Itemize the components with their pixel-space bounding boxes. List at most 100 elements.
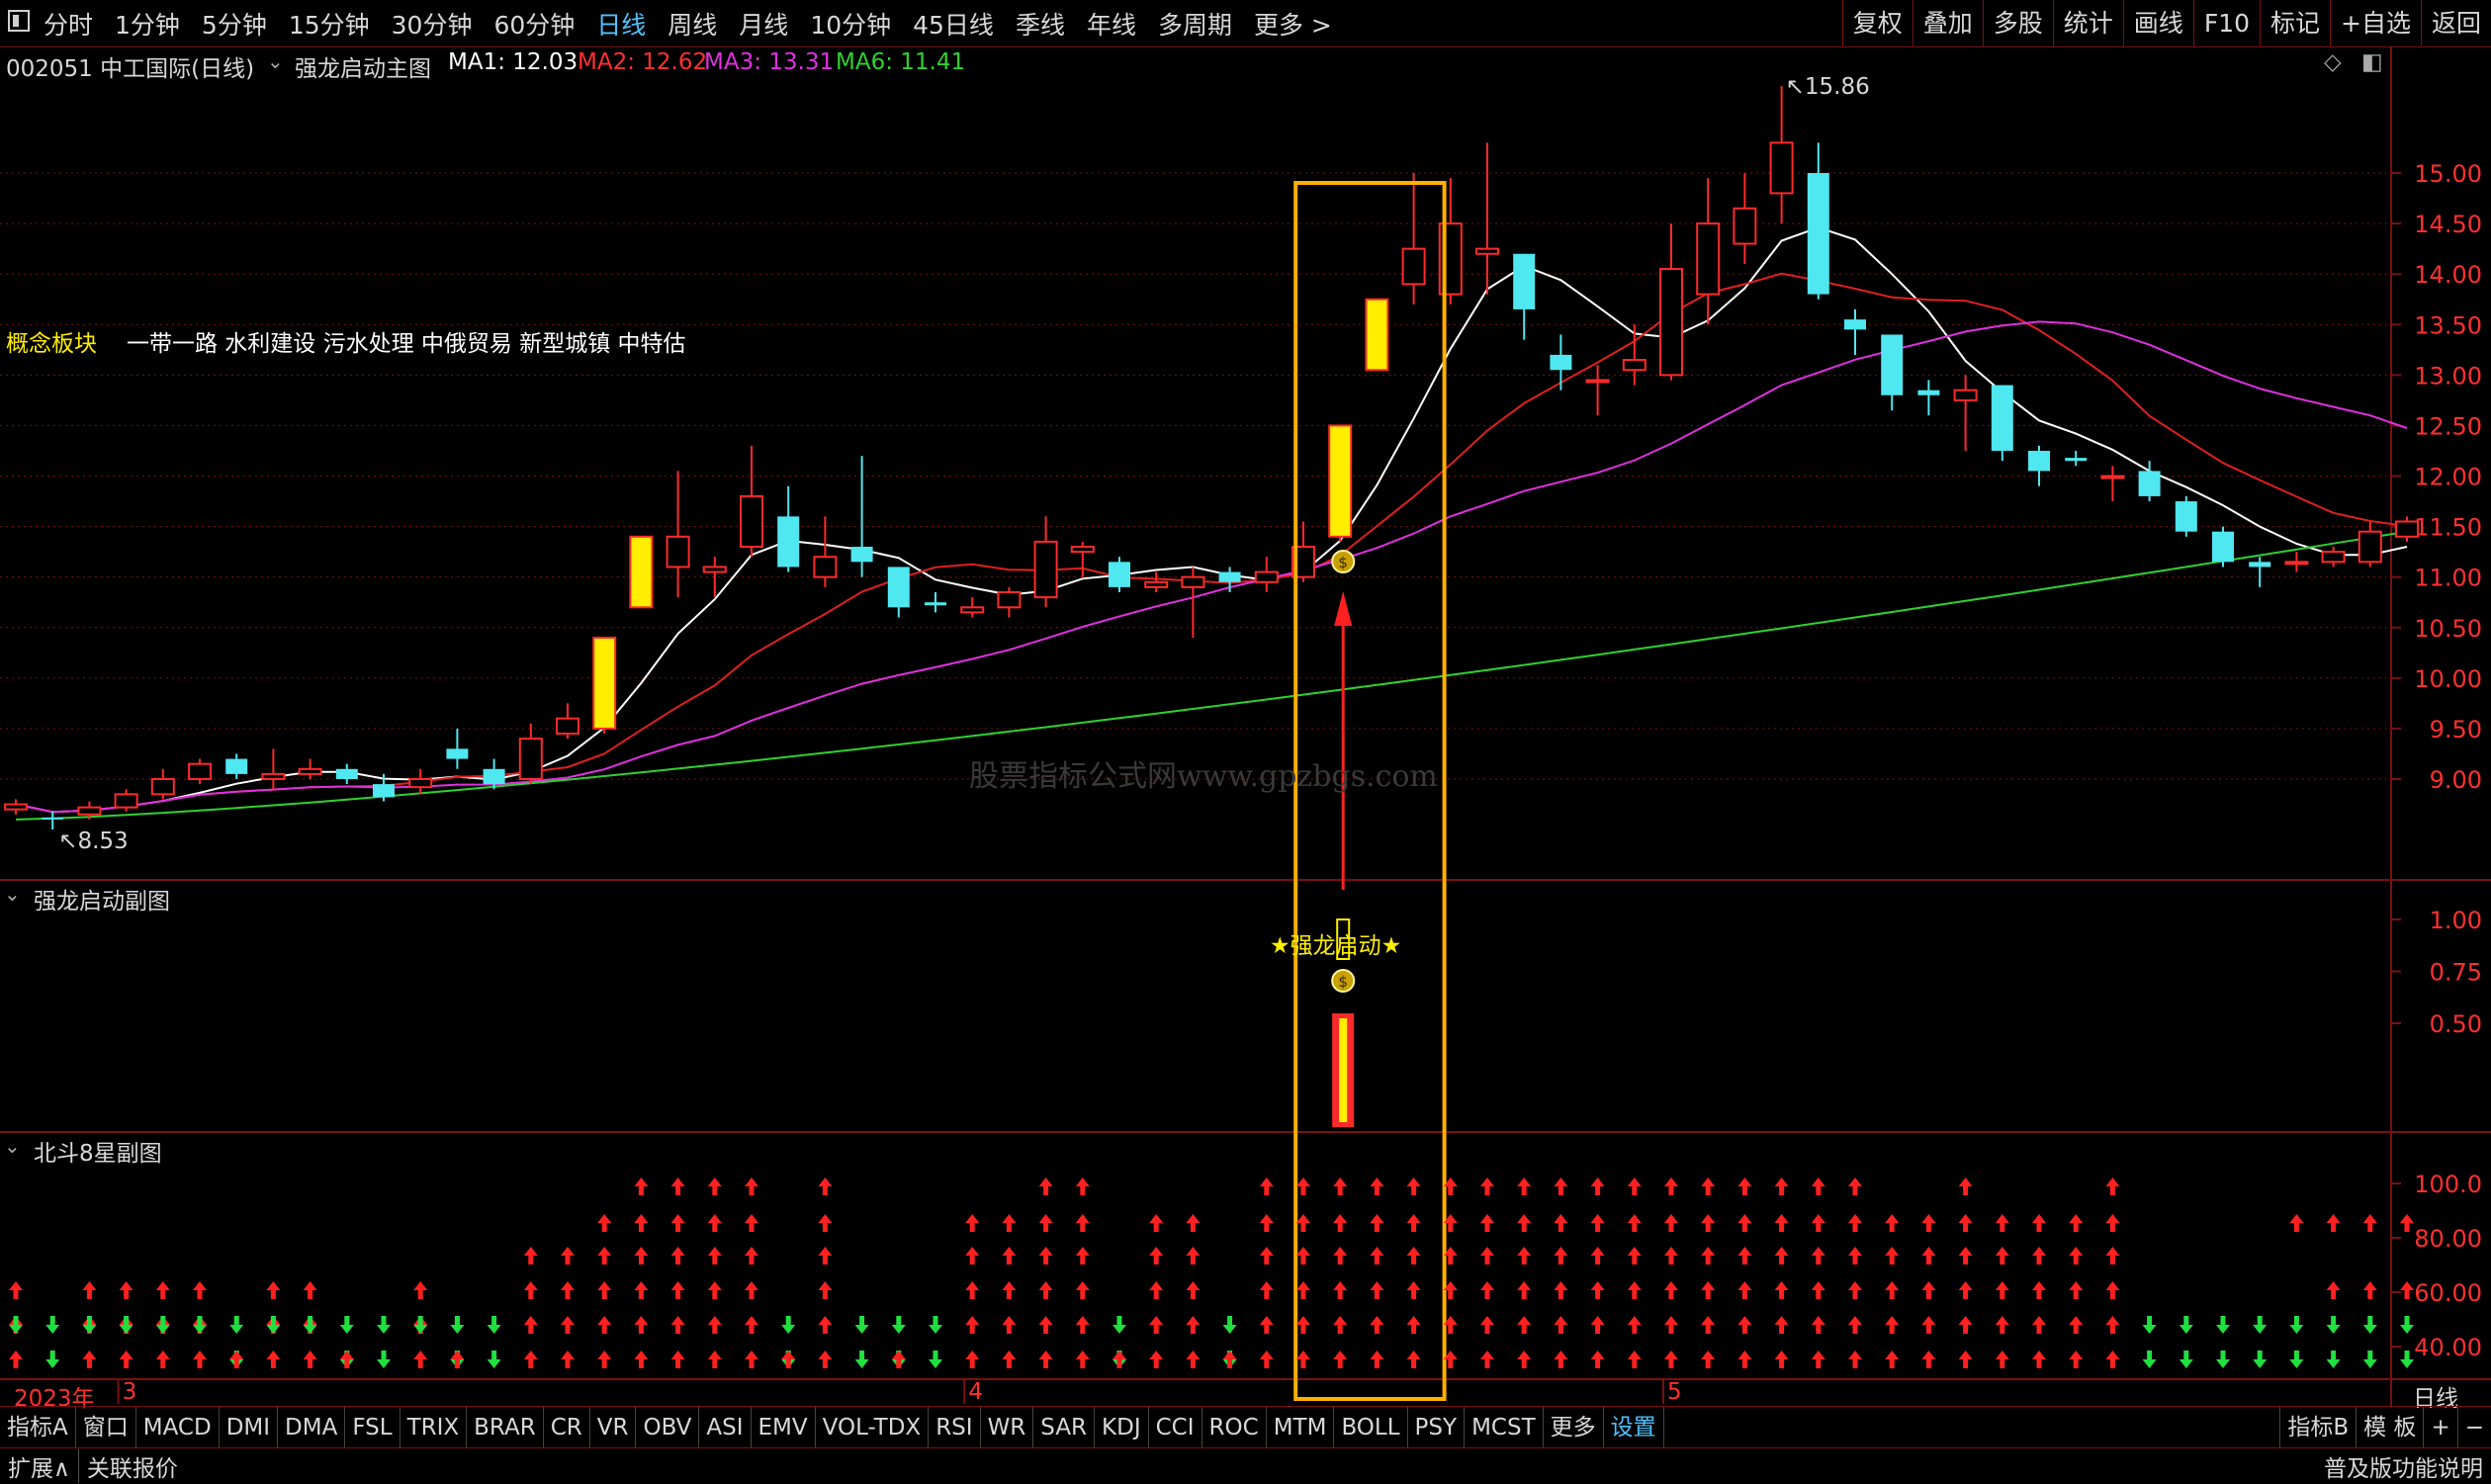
tool-button-1[interactable]: 叠加 [1912, 0, 1983, 47]
up-arrow-icon [1701, 1281, 1716, 1299]
chart-area[interactable]: 15.00 14.50 14.00 13.50 13.00 12.50 12.00 11.50… [0, 47, 2491, 1406]
edition-info[interactable]: 普及版功能说明 [2316, 1449, 2491, 1483]
period-tab-7[interactable]: 周线 [667, 6, 717, 42]
up-arrow-icon [634, 1281, 649, 1299]
up-arrow-icon [1554, 1178, 1568, 1195]
indicator-tab-23[interactable]: MCST [1465, 1406, 1544, 1448]
diamond-icon[interactable]: ◇ [2324, 49, 2342, 75]
indicator-tab-21[interactable]: BOLL [1334, 1406, 1408, 1448]
up-arrow-icon [1701, 1316, 1716, 1334]
up-arrow-icon [1038, 1247, 1053, 1265]
chevron-down-icon[interactable]: ⌄ [267, 49, 284, 73]
indicator-tab-19[interactable]: ROC [1202, 1406, 1267, 1448]
indicator-tab-11[interactable]: ASI [699, 1406, 752, 1448]
period-tab-0[interactable]: 分时 [44, 6, 93, 42]
period-tab-5[interactable]: 60分钟 [493, 6, 575, 42]
indicator-tab-25[interactable]: 设置 [1604, 1406, 1664, 1448]
indicator-tab-0[interactable]: 指标A [0, 1406, 76, 1448]
candle-up [1585, 379, 1610, 384]
up-arrow-icon [1774, 1281, 1789, 1299]
up-arrow-icon [1885, 1316, 1900, 1334]
up-arrow-icon [1075, 1178, 1090, 1195]
tool-button-4[interactable]: 画线 [2122, 0, 2193, 47]
month-label: 4 [968, 1379, 983, 1405]
period-tab-14[interactable]: 更多 > [1254, 6, 1332, 42]
indicator-tab-12[interactable]: EMV [752, 1406, 816, 1448]
up-arrow-icon [1002, 1316, 1017, 1334]
tool-button-6[interactable]: 标记 [2260, 0, 2330, 47]
up-arrow-icon [818, 1281, 833, 1299]
indicator-tab-5[interactable]: FSL [345, 1406, 400, 1448]
indicator-tab-6[interactable]: TRIX [400, 1406, 468, 1448]
tool-button-2[interactable]: 多股 [1982, 0, 2053, 47]
period-tab-9[interactable]: 10分钟 [810, 6, 891, 42]
tool-button-0[interactable]: 复权 [1841, 0, 1913, 47]
period-tab-1[interactable]: 1分钟 [115, 6, 180, 42]
ma3-value: MA3: 13.31 [704, 49, 835, 75]
template-button[interactable]: 模 板 [2357, 1406, 2425, 1448]
indicator-tab-22[interactable]: PSY [1408, 1406, 1466, 1448]
period-tab-3[interactable]: 15分钟 [289, 6, 370, 42]
up-arrow-icon [818, 1351, 833, 1368]
indicator-tab-13[interactable]: VOL-TDX [816, 1406, 930, 1448]
up-arrow-icon [670, 1351, 685, 1368]
up-arrow-icon [1774, 1178, 1789, 1195]
up-arrow-icon [1296, 1178, 1310, 1195]
window-menu-icon[interactable] [8, 10, 30, 32]
indicator-tab-18[interactable]: CCI [1149, 1406, 1202, 1448]
period-tab-4[interactable]: 30分钟 [392, 6, 473, 42]
up-arrow-icon [1186, 1247, 1201, 1265]
plus-icon[interactable]: + [2424, 1406, 2458, 1448]
tool-button-5[interactable]: F10 [2192, 0, 2260, 47]
period-tab-2[interactable]: 5分钟 [202, 6, 267, 42]
indicator-tab-8[interactable]: CR [544, 1406, 590, 1448]
chevron-down-icon[interactable]: ⌄ [4, 882, 21, 906]
indicator-tab-4[interactable]: DMA [278, 1406, 346, 1448]
tool-button-7[interactable]: +自选 [2330, 0, 2421, 47]
chevron-down-icon[interactable]: ⌄ [4, 1134, 21, 1158]
period-tab-12[interactable]: 年线 [1087, 6, 1136, 42]
sub2-title[interactable]: 北斗8星副图 [34, 1134, 162, 1168]
indicator-tab-9[interactable]: VR [590, 1406, 637, 1448]
period-tab-11[interactable]: 季线 [1016, 6, 1065, 42]
up-arrow-icon [1480, 1316, 1494, 1334]
indicator-tab-17[interactable]: KDJ [1095, 1406, 1149, 1448]
indicator-tab-16[interactable]: SAR [1033, 1406, 1096, 1448]
indicator-b-button[interactable]: 指标B [2279, 1406, 2358, 1448]
indicator-tab-3[interactable]: DMI [220, 1406, 279, 1448]
indicator-tab-15[interactable]: WR [981, 1406, 1034, 1448]
indicator-tab-14[interactable]: RSI [929, 1406, 981, 1448]
tool-button-8[interactable]: 返回 [2420, 0, 2491, 47]
related-quotes-button[interactable]: 关联报价 [77, 1449, 186, 1483]
indicator-tab-24[interactable]: 更多 [1544, 1406, 1604, 1448]
indicator-tab-10[interactable]: OBV [636, 1406, 700, 1448]
expand-button[interactable]: 扩展∧ [0, 1449, 78, 1483]
period-tab-10[interactable]: 45日线 [913, 6, 994, 42]
tool-button-3[interactable]: 统计 [2052, 0, 2123, 47]
period-tab-8[interactable]: 月线 [739, 6, 788, 42]
indicator-tab-20[interactable]: MTM [1267, 1406, 1335, 1448]
indicator-tab-1[interactable]: 窗口 [76, 1406, 136, 1448]
period-tab-6[interactable]: 日线 [596, 6, 646, 42]
up-arrow-icon [266, 1351, 281, 1368]
period-tab-13[interactable]: 多周期 [1158, 6, 1232, 42]
down-arrow-icon [82, 1316, 97, 1334]
candle-down [2249, 562, 2271, 567]
up-arrow-icon [1554, 1247, 1568, 1265]
up-arrow-icon [2362, 1281, 2377, 1299]
up-arrow-icon [413, 1351, 428, 1368]
minus-icon[interactable]: − [2458, 1407, 2491, 1448]
main-indicator-name[interactable]: 强龙启动主图 [295, 49, 431, 83]
candle-up [960, 606, 985, 614]
sub1-title[interactable]: 强龙启动副图 [34, 882, 170, 916]
candle-down [1881, 334, 1904, 395]
indicator-tab-7[interactable]: BRAR [467, 1406, 544, 1448]
sub1-tick-label: 0.50 [2430, 1010, 2482, 1038]
indicator-tab-2[interactable]: MACD [136, 1406, 220, 1448]
money-bag-icon-glyph: $ [1338, 554, 1348, 571]
up-arrow-icon [1406, 1351, 1421, 1368]
up-arrow-icon [670, 1214, 685, 1232]
up-arrow-icon [1333, 1214, 1348, 1232]
up-arrow-icon [1701, 1351, 1716, 1368]
panel-toggle-icon[interactable]: ◧ [2361, 49, 2383, 75]
